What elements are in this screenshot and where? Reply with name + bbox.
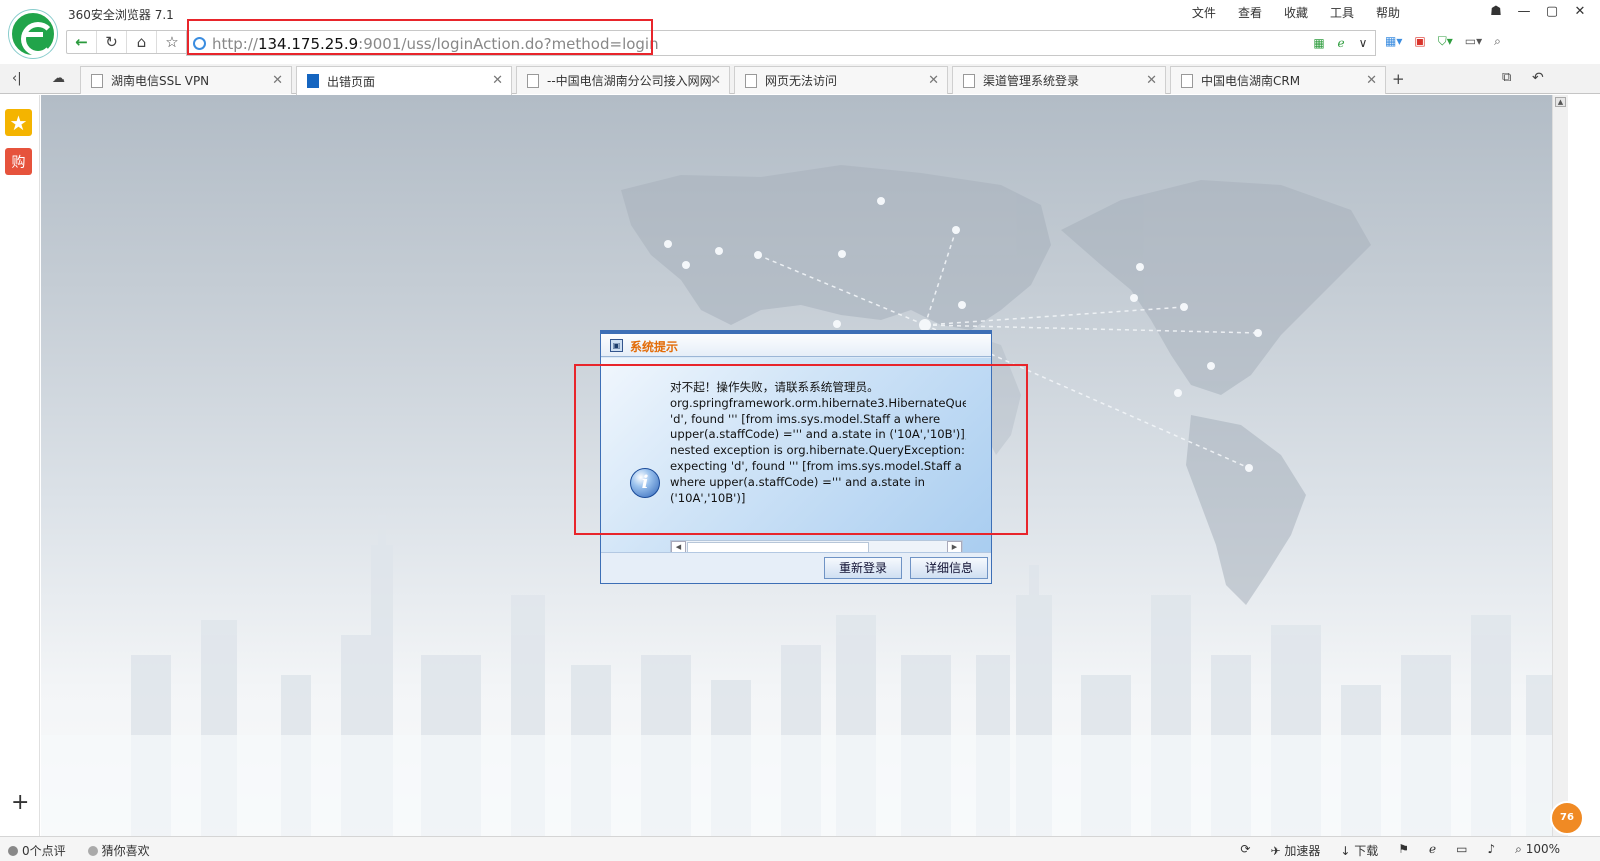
tab-access-network[interactable]: --中国电信湖南分公司接入网网 ✕ <box>516 66 730 94</box>
page-icon <box>745 73 757 88</box>
details-button[interactable]: 详细信息 <box>910 557 988 579</box>
dialog-window-icon: ▣ <box>610 339 623 352</box>
window-controls: ☗ — ▢ ✕ <box>1482 0 1594 22</box>
zoom-control[interactable]: ⌕ 100% <box>1515 842 1560 859</box>
download-label: 下载 <box>1354 844 1379 858</box>
tab-label: 网页无法访问 <box>765 74 838 88</box>
reviews-label: 0个点评 <box>22 844 66 858</box>
skin-icon[interactable]: ☗ <box>1482 0 1510 22</box>
page-icon <box>963 73 975 88</box>
bookmark-star-icon[interactable]: ☆ <box>157 31 187 53</box>
url-annotation-box <box>187 19 653 55</box>
shopping-bag-icon[interactable]: 购 <box>5 148 32 175</box>
reviews-link[interactable]: 0个点评 <box>8 842 66 859</box>
ie-compat-icon[interactable]: ℯ <box>1333 35 1349 51</box>
page-icon <box>91 73 103 88</box>
right-gutter <box>1568 95 1600 836</box>
close-window-button[interactable]: ✕ <box>1566 0 1594 22</box>
toolbar-icons: ▦▾ ▣ ⛉▾ ▭▾ ⌕ <box>1385 34 1501 49</box>
guess-link[interactable]: 猜你喜欢 <box>87 842 150 859</box>
app-title: 360安全浏览器 7.1 <box>68 8 174 22</box>
menu-bar: 文件 查看 收藏 工具 帮助 <box>1192 4 1400 21</box>
zoom-search-icon[interactable]: ⌕ <box>1494 34 1501 49</box>
tab-crm[interactable]: 中国电信湖南CRM ✕ <box>1170 66 1386 94</box>
menu-view[interactable]: 查看 <box>1238 4 1262 21</box>
tab-history-back-icon[interactable]: ‹| <box>12 71 22 86</box>
back-arrow-icon[interactable]: ← <box>67 31 97 53</box>
tab-list-icon[interactable]: ⧉ <box>1502 70 1511 85</box>
menu-help[interactable]: 帮助 <box>1376 4 1400 21</box>
cloud-icon[interactable]: ☁ <box>52 71 65 86</box>
tab-bar: ‹| ☁ 湖南电信SSL VPN ✕ 出错页面 ✕ --中国电信湖南分公司接入网网 ✕… <box>0 64 1600 95</box>
page-icon <box>527 73 539 88</box>
browser-logo-icon[interactable] <box>9 10 57 58</box>
minimize-button[interactable]: — <box>1510 0 1538 22</box>
site-favicon-icon <box>307 74 319 88</box>
tab-label: 渠道管理系统登录 <box>983 74 1080 88</box>
refresh-icon[interactable]: ↻ <box>97 31 127 53</box>
tab-channel-login[interactable]: 渠道管理系统登录 ✕ <box>952 66 1166 94</box>
close-tab-icon[interactable]: ✕ <box>1146 73 1157 88</box>
close-tab-icon[interactable]: ✕ <box>272 73 283 88</box>
error-annotation-box <box>574 364 1028 535</box>
undo-close-icon[interactable]: ↶ <box>1532 70 1544 86</box>
like-icon <box>87 846 98 856</box>
tab-error-page[interactable]: 出错页面 ✕ <box>296 66 512 95</box>
left-sidebar: ★ 购 + <box>0 95 40 836</box>
download-button[interactable]: ↓ 下载 <box>1340 842 1378 859</box>
new-tab-icon[interactable]: + <box>1392 70 1405 88</box>
status-right: ⟳ ✈ 加速器 ↓ 下载 ⚑ ℯ ▭ ♪ ⌕ 100% <box>1240 842 1560 859</box>
address-bar-icons: ▦ ℯ ∨ <box>1311 35 1371 51</box>
zoom-level: 100% <box>1525 842 1560 856</box>
page-icon <box>1181 73 1193 88</box>
qr-code-icon[interactable]: ▦ <box>1311 35 1327 51</box>
tab-label: --中国电信湖南分公司接入网网 <box>547 74 712 88</box>
vertical-scrollbar[interactable]: ▲ <box>1552 95 1568 836</box>
news-icon[interactable]: ▣ <box>1414 34 1425 49</box>
close-tab-icon[interactable]: ✕ <box>1366 73 1377 88</box>
menu-tools[interactable]: 工具 <box>1330 4 1354 21</box>
close-tab-icon[interactable]: ✕ <box>928 73 939 88</box>
flag-icon[interactable]: ⚑ <box>1398 842 1409 859</box>
menu-file[interactable]: 文件 <box>1192 4 1216 21</box>
network-icon[interactable]: ⟳ <box>1240 842 1250 859</box>
home-icon[interactable]: ⌂ <box>127 31 157 53</box>
maximize-button[interactable]: ▢ <box>1538 0 1566 22</box>
tab-ssl-vpn[interactable]: 湖南电信SSL VPN ✕ <box>80 66 292 94</box>
comment-icon <box>8 846 18 856</box>
close-tab-icon[interactable]: ✕ <box>492 73 503 88</box>
tab-label: 湖南电信SSL VPN <box>111 74 210 88</box>
volume-icon[interactable]: ♪ <box>1487 842 1495 859</box>
add-sidebar-item-icon[interactable]: + <box>11 790 29 815</box>
tab-label: 出错页面 <box>327 74 376 89</box>
scroll-up-arrow-icon[interactable]: ▲ <box>1555 97 1566 107</box>
ie-mode-icon[interactable]: ℯ <box>1429 842 1436 859</box>
url-dropdown-icon[interactable]: ∨ <box>1355 35 1371 51</box>
favorites-star-icon[interactable]: ★ <box>5 109 32 136</box>
tab-page-unreachable[interactable]: 网页无法访问 ✕ <box>734 66 948 94</box>
security-shield-icon[interactable]: ⛉▾ <box>1438 34 1453 49</box>
guess-label: 猜你喜欢 <box>101 844 150 858</box>
speed-badge[interactable]: 76 <box>1550 801 1584 835</box>
menu-favorites[interactable]: 收藏 <box>1284 4 1308 21</box>
accelerator-button[interactable]: ✈ 加速器 <box>1270 842 1320 859</box>
status-bar: 0个点评 猜你喜欢 ⟳ ✈ 加速器 ↓ 下载 ⚑ ℯ ▭ ♪ ⌕ 100% <box>0 836 1600 861</box>
dialog-footer: 重新登录 详细信息 <box>601 552 991 583</box>
tab-label: 中国电信湖南CRM <box>1201 74 1301 88</box>
close-tab-icon[interactable]: ✕ <box>710 73 721 88</box>
relogin-button[interactable]: 重新登录 <box>824 557 902 579</box>
accelerator-label: 加速器 <box>1284 844 1321 858</box>
shop-label: 购 <box>11 154 26 171</box>
apps-grid-icon[interactable]: ▦▾ <box>1385 34 1402 49</box>
window-icon[interactable]: ▭ <box>1456 842 1467 859</box>
status-left: 0个点评 猜你喜欢 <box>8 842 150 859</box>
screenshot-icon[interactable]: ▭▾ <box>1465 34 1482 49</box>
dialog-header: ▣ 系统提示 <box>601 331 991 357</box>
nav-buttons: ← ↻ ⌂ ☆ <box>66 30 188 54</box>
dialog-title: 系统提示 <box>630 340 679 354</box>
